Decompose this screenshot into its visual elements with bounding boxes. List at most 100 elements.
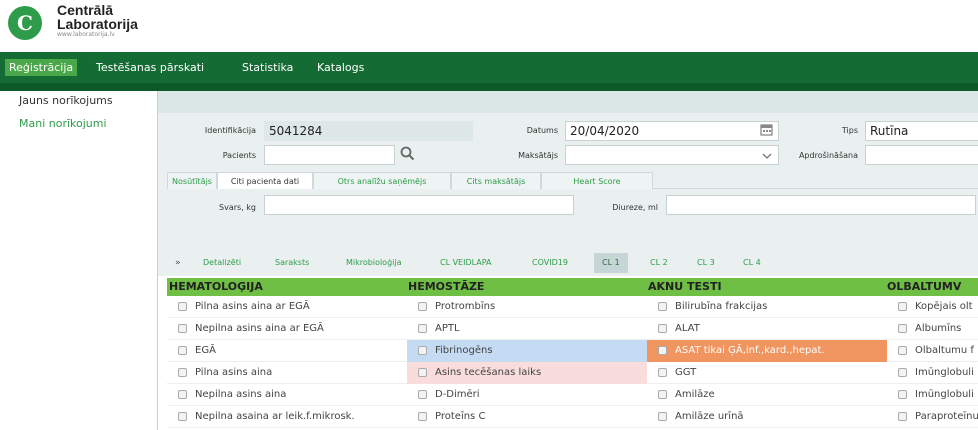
test-item[interactable]: Paraproteīnu: [887, 406, 978, 428]
maksatajs-select[interactable]: [565, 145, 779, 165]
checkbox[interactable]: [658, 301, 667, 311]
test-item-label: Nepilna asins aina: [195, 389, 287, 400]
checkbox[interactable]: [178, 389, 187, 399]
test-item[interactable]: Amilāze: [647, 384, 887, 406]
test-item-label: Imūnglobuli: [915, 389, 974, 400]
test-item[interactable]: Imūnglobuli: [887, 362, 978, 384]
test-item[interactable]: APTL: [407, 318, 647, 340]
category-hemostaze: HEMOSTĀZE: [408, 280, 485, 293]
checkbox[interactable]: [898, 367, 907, 377]
test-item[interactable]: Kopējais olt: [887, 296, 978, 318]
apdrosinasana-label: Apdrošināšana: [798, 151, 858, 160]
test-item-label: Imūnglobuli: [915, 367, 974, 378]
checkbox[interactable]: [178, 323, 187, 333]
test-item[interactable]: ALAT: [647, 318, 887, 340]
subtab-cl2[interactable]: CL 2: [650, 253, 668, 273]
test-item-label: EGĀ: [195, 345, 216, 356]
calendar-icon[interactable]: [760, 123, 773, 139]
chevron-down-icon[interactable]: [762, 150, 772, 163]
apdrosinasana-field[interactable]: [865, 145, 978, 165]
checkbox[interactable]: [898, 323, 907, 333]
subtab-mikrobiologija[interactable]: Mikrobioloģija: [346, 253, 402, 273]
test-item[interactable]: Fibrinogēns: [407, 340, 647, 362]
checkbox[interactable]: [418, 389, 427, 399]
test-item[interactable]: GGT: [647, 362, 887, 384]
test-item[interactable]: EGĀ: [167, 340, 407, 362]
search-icon[interactable]: [400, 146, 415, 164]
test-item-label: Albumīns: [915, 323, 962, 334]
checkbox[interactable]: [658, 345, 667, 355]
nav-katalogs[interactable]: Katalogs: [313, 59, 368, 76]
test-item-label: Pilna asins aina ar EGĀ: [195, 301, 310, 312]
subtab-detalizeti[interactable]: Detalizēti: [203, 253, 241, 273]
tab-cits-maksatajs[interactable]: Cits maksātājs: [451, 172, 541, 189]
checkbox[interactable]: [418, 323, 427, 333]
test-item-label: GGT: [675, 367, 697, 378]
test-item[interactable]: Proteīns C: [407, 406, 647, 428]
test-item-label: Paraproteīnu: [915, 411, 978, 422]
collapse-chevron-icon[interactable]: »: [175, 253, 181, 273]
test-item[interactable]: Pilna asins aina: [167, 362, 407, 384]
test-item[interactable]: Nepilna asins aina ar EGĀ: [167, 318, 407, 340]
subtab-cl3[interactable]: CL 3: [697, 253, 715, 273]
tab-heart-score[interactable]: Heart Score: [541, 172, 653, 189]
subtab-cl1[interactable]: CL 1: [594, 253, 628, 273]
test-item[interactable]: Pilna asins aina ar EGĀ: [167, 296, 407, 318]
subtab-cl-veidlapa[interactable]: CL VEIDLAPA: [440, 253, 492, 273]
test-item[interactable]: Olbaltumu f: [887, 340, 978, 362]
test-item-label: Nepilna asins aina ar EGĀ: [195, 323, 324, 334]
tips-select[interactable]: Rutīna: [865, 121, 978, 141]
diureze-field[interactable]: [666, 195, 976, 215]
checkbox[interactable]: [898, 345, 907, 355]
sidebar-item-jauns-norikojums[interactable]: Jauns norīkojums: [19, 94, 113, 107]
datums-field[interactable]: 20/04/2020: [565, 121, 779, 141]
checkbox[interactable]: [658, 411, 667, 421]
test-item-label: Kopējais olt: [915, 301, 973, 312]
pacients-label: Pacients: [222, 151, 256, 160]
checkbox[interactable]: [418, 367, 427, 377]
test-item[interactable]: ASAT tikai ĢĀ,inf.,kard.,hepat.: [647, 340, 887, 362]
checkbox[interactable]: [178, 345, 187, 355]
subtab-covid19[interactable]: COVID19: [532, 253, 568, 273]
sidebar-item-mani-norikojumi[interactable]: Mani norīkojumi: [19, 117, 107, 130]
checkbox[interactable]: [898, 389, 907, 399]
test-item[interactable]: Asins tecēšanas laiks: [407, 362, 647, 384]
test-item[interactable]: Bilirubīna frakcijas: [647, 296, 887, 318]
subtab-cl4[interactable]: CL 4: [743, 253, 761, 273]
tab-otrs-analizu-sanemejs[interactable]: Otrs analīžu saņēmējs: [313, 172, 451, 189]
checkbox[interactable]: [418, 345, 427, 355]
test-item[interactable]: Nepilna asaina ar leik.f.mikrosk.: [167, 406, 407, 428]
checkbox[interactable]: [658, 367, 667, 377]
logo-icon[interactable]: C: [8, 6, 42, 40]
subtab-saraksts[interactable]: Saraksts: [275, 253, 309, 273]
checkbox[interactable]: [178, 367, 187, 377]
pacients-field[interactable]: [264, 145, 395, 165]
test-item[interactable]: Albumīns: [887, 318, 978, 340]
test-item-label: D-Dimēri: [435, 389, 480, 400]
tab-nosutitajs[interactable]: Nosūtītājs: [167, 172, 217, 189]
main-top-bar: [158, 91, 978, 113]
identifikacija-field: 5041284: [264, 121, 473, 141]
checkbox[interactable]: [658, 323, 667, 333]
checkbox[interactable]: [418, 411, 427, 421]
checkbox[interactable]: [178, 411, 187, 421]
test-item[interactable]: Imūnglobuli: [887, 384, 978, 406]
svars-field[interactable]: [264, 195, 574, 215]
checkbox[interactable]: [418, 301, 427, 311]
checkbox[interactable]: [178, 301, 187, 311]
test-item[interactable]: Nepilna asins aina: [167, 384, 407, 406]
nav-registracija[interactable]: Reģistrācija: [5, 59, 78, 76]
nav-statistika[interactable]: Statistika: [238, 59, 297, 76]
checkbox[interactable]: [898, 411, 907, 421]
maksatajs-label: Maksātājs: [518, 151, 558, 160]
checkbox[interactable]: [898, 301, 907, 311]
test-item[interactable]: Amilāze urīnā: [647, 406, 887, 428]
checkbox[interactable]: [658, 389, 667, 399]
logo-text: Centrālā Laboratorija: [57, 3, 138, 31]
tab-citi-pacienta-dati[interactable]: Citi pacienta dati: [217, 172, 313, 189]
logo-line-2: Laboratorija: [57, 16, 138, 32]
test-item[interactable]: D-Dimēri: [407, 384, 647, 406]
test-item[interactable]: Protrombīns: [407, 296, 647, 318]
nav-testesanas-parskati[interactable]: Testēšanas pārskati: [92, 59, 208, 76]
test-item-label: Asins tecēšanas laiks: [435, 367, 542, 378]
